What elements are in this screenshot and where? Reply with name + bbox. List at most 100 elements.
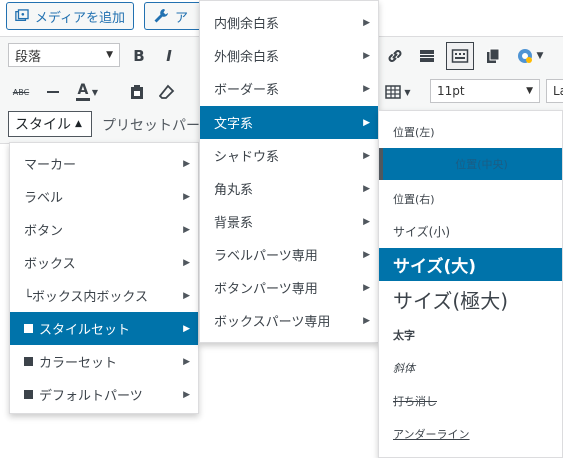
clear-formatting-button[interactable] xyxy=(154,78,180,106)
strikethrough-button[interactable]: ABC xyxy=(8,78,34,106)
menu-item-box-only[interactable]: ボックスパーツ専用 ▶ xyxy=(200,304,378,337)
link-button[interactable] xyxy=(382,42,408,70)
chevron-down-icon: ▼ xyxy=(404,87,411,97)
menu-item-label: 打ち消し xyxy=(393,394,437,408)
menu-item-bold[interactable]: 太字 xyxy=(379,318,562,351)
menu-item-button-only[interactable]: ボタンパーツ専用 ▶ xyxy=(200,271,378,304)
chevron-right-icon: ▶ xyxy=(183,158,190,169)
link-icon xyxy=(388,50,402,62)
menu-item-size-xlarge[interactable]: サイズ(極大) xyxy=(379,281,562,318)
style-set-menu: 内側余白系 ▶ 外側余白系 ▶ ボーダー系 ▶ 文字系 ▶ シャドウ系 ▶ 角丸… xyxy=(199,0,379,343)
menu-item-label-only[interactable]: ラベルパーツ専用 ▶ xyxy=(200,238,378,271)
bold-button[interactable]: B xyxy=(126,42,152,70)
chevron-right-icon: ▶ xyxy=(183,356,190,367)
menu-item-marker[interactable]: マーカー ▶ xyxy=(10,147,198,180)
table-icon xyxy=(385,85,402,99)
menu-item-label: ボックスパーツ専用 xyxy=(214,315,331,330)
format-select[interactable]: 段落 ▼ xyxy=(8,43,120,67)
menu-item-default-parts[interactable]: デフォルトパーツ ▶ xyxy=(10,378,198,411)
menu-item-label: アンダーライン xyxy=(393,427,470,441)
menu-item-rounded[interactable]: 角丸系 ▶ xyxy=(200,172,378,205)
font-family-select[interactable]: La xyxy=(546,79,563,103)
menu-item-padding[interactable]: 内側余白系 ▶ xyxy=(200,6,378,39)
color-bar xyxy=(75,98,90,101)
chevron-right-icon: ▶ xyxy=(363,150,370,161)
italic-button[interactable]: I xyxy=(156,42,182,70)
chevron-down-icon: ▼ xyxy=(526,86,533,96)
chevron-right-icon: ▶ xyxy=(363,183,370,194)
chevron-down-icon: ▼ xyxy=(106,50,113,60)
copy-button[interactable] xyxy=(480,42,506,70)
square-icon xyxy=(24,324,33,333)
menu-item-color-set[interactable]: カラーセット ▶ xyxy=(10,345,198,378)
menu-item-label: └ボックス内ボックス xyxy=(24,290,149,305)
add-media-button[interactable]: メディアを追加 xyxy=(6,2,134,30)
menu-item-button[interactable]: ボタン ▶ xyxy=(10,213,198,246)
chevron-down-icon: ▼ xyxy=(536,51,544,61)
copy-icon xyxy=(487,48,500,63)
read-more-icon xyxy=(420,50,434,62)
menu-item-italic[interactable]: 斜体 xyxy=(379,351,562,384)
chevron-right-icon: ▶ xyxy=(183,323,190,334)
menu-item-border[interactable]: ボーダー系 ▶ xyxy=(200,72,378,105)
menu-item-size-large[interactable]: サイズ(大) xyxy=(379,248,562,281)
chevron-right-icon: ▶ xyxy=(363,50,370,61)
menu-item-label-parts[interactable]: ラベル ▶ xyxy=(10,180,198,213)
menu-item-size-small[interactable]: サイズ(小) xyxy=(379,215,562,248)
menu-item-label: 位置(右) xyxy=(393,192,435,206)
menu-item-label: ボタン xyxy=(24,224,64,239)
add-media-label: メディアを追加 xyxy=(34,10,125,26)
menu-item-label: 背景系 xyxy=(214,216,254,231)
style-dropdown-button[interactable]: スタイル ▲ xyxy=(8,111,92,137)
table-button[interactable]: ▼ xyxy=(380,78,416,106)
menu-item-margin[interactable]: 外側余白系 ▶ xyxy=(200,39,378,72)
chevron-right-icon: ▶ xyxy=(363,83,370,94)
more-tag-button[interactable] xyxy=(414,42,440,70)
menu-item-label: 文字系 xyxy=(214,117,254,132)
menu-item-inner-box[interactable]: └ボックス内ボックス ▶ xyxy=(10,279,198,312)
menu-item-box[interactable]: ボックス ▶ xyxy=(10,246,198,279)
chevron-right-icon: ▶ xyxy=(363,117,370,128)
font-size-select[interactable]: 11pt ▼ xyxy=(430,79,540,103)
menu-item-label: 位置(左) xyxy=(393,125,435,139)
horizontal-line-icon xyxy=(47,91,59,93)
eraser-icon xyxy=(159,84,175,99)
menu-item-shadow[interactable]: シャドウ系 ▶ xyxy=(200,139,378,172)
menu-item-align-center[interactable]: 位置(中央) xyxy=(379,148,562,180)
chevron-right-icon: ▶ xyxy=(363,282,370,293)
menu-item-label: デフォルトパーツ xyxy=(39,389,143,404)
paste-text-button[interactable] xyxy=(124,78,150,106)
menu-item-style-set[interactable]: スタイルセット ▶ xyxy=(10,312,198,345)
menu-item-label: マーカー xyxy=(24,158,77,173)
gear-icon xyxy=(517,49,532,63)
chevron-right-icon: ▶ xyxy=(363,216,370,227)
style-button-label: スタイル xyxy=(15,117,71,133)
wrench-icon xyxy=(154,9,168,23)
square-icon xyxy=(24,390,33,399)
menu-item-label: サイズ(大) xyxy=(393,257,477,277)
chevron-right-icon: ▶ xyxy=(183,191,190,202)
bold-label: B xyxy=(133,47,145,65)
toolbar-toggle-button[interactable] xyxy=(446,42,474,70)
italic-label: I xyxy=(166,47,172,65)
text-color-button[interactable]: A ▼ xyxy=(70,78,104,106)
menu-item-strikethrough[interactable]: 打ち消し xyxy=(379,384,562,417)
font-size-value: 11pt xyxy=(437,84,465,98)
shortcode-dropdown-button[interactable]: ▼ xyxy=(510,42,548,70)
menu-item-background[interactable]: 背景系 ▶ xyxy=(200,205,378,238)
menu-item-label: 斜体 xyxy=(393,361,415,375)
menu-item-label: 角丸系 xyxy=(214,183,254,198)
chevron-right-icon: ▶ xyxy=(363,17,370,28)
menu-item-underline[interactable]: アンダーライン xyxy=(379,417,562,450)
menu-item-label: ラベルパーツ専用 xyxy=(214,249,318,264)
menu-item-text[interactable]: 文字系 ▶ xyxy=(200,106,378,139)
menu-item-align-left[interactable]: 位置(左) xyxy=(379,115,562,148)
horizontal-line-button[interactable] xyxy=(40,78,66,106)
menu-item-label: 外側余白系 xyxy=(214,50,280,65)
preset-parts-label[interactable]: プリセットパー xyxy=(102,115,200,135)
menu-item-label: ラベル xyxy=(24,191,64,206)
menu-item-label: ボタンパーツ専用 xyxy=(214,282,318,297)
menu-item-label: サイズ(小) xyxy=(393,225,451,239)
menu-item-align-right[interactable]: 位置(右) xyxy=(379,182,562,215)
menu-item-label: スタイルセット xyxy=(39,323,131,338)
